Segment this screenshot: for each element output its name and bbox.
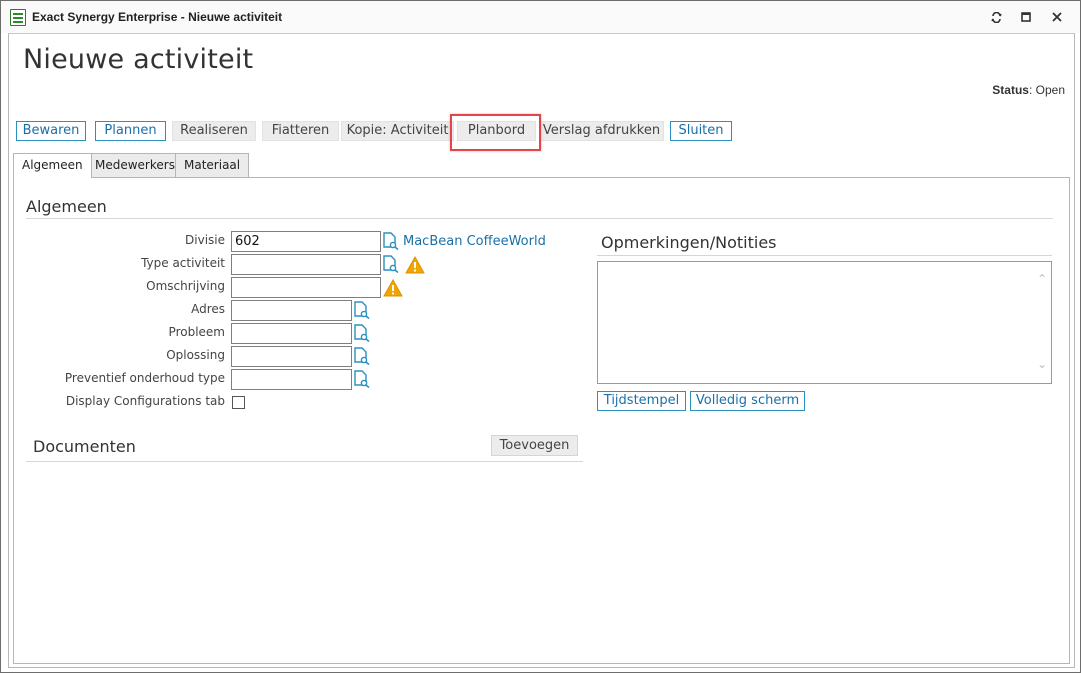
adres-lookup-icon[interactable] [352, 301, 370, 319]
close-icon[interactable] [1047, 8, 1067, 26]
application-window: Exact Synergy Enterprise - Nieuwe activi… [0, 0, 1081, 673]
algemeen-panel: Algemeen Divisie Type activiteit Omschri… [13, 177, 1070, 664]
algemeen-divider [26, 218, 1053, 219]
sluiten-button[interactable]: Sluiten [670, 121, 732, 141]
documenten-section-title: Documenten [33, 437, 136, 456]
tab-medewerkers[interactable]: Medewerkers [86, 153, 184, 177]
oplossing-input[interactable] [231, 346, 352, 367]
fiatteren-button[interactable]: Fiatteren [262, 121, 339, 141]
type-activiteit-lookup-icon[interactable] [381, 255, 399, 273]
field-labels: Divisie Type activiteit Omschrijving Adr… [34, 230, 225, 430]
status-indicator: Status: Open [992, 83, 1065, 97]
omschrijving-input[interactable] [231, 277, 381, 298]
page-title: Nieuwe activiteit [23, 44, 254, 75]
divisie-input[interactable]: 602 [231, 231, 381, 252]
divisie-label: Divisie [185, 233, 225, 247]
toevoegen-button[interactable]: Toevoegen [491, 435, 578, 456]
oplossing-label: Oplossing [166, 348, 225, 362]
tijdstempel-button[interactable]: Tijdstempel [597, 391, 686, 411]
status-label: Status [992, 83, 1029, 97]
maximize-icon[interactable] [1016, 8, 1036, 26]
preventief-onderhoud-type-label: Preventief onderhoud type [64, 371, 225, 385]
volledig-scherm-button[interactable]: Volledig scherm [690, 391, 805, 411]
type-activiteit-input[interactable] [231, 254, 381, 275]
documenten-divider [26, 461, 583, 462]
type-activiteit-label: Type activiteit [141, 256, 225, 270]
oplossing-lookup-icon[interactable] [352, 347, 370, 365]
content-frame: Nieuwe activiteit Status: Open Bewaren P… [8, 33, 1075, 668]
planbord-button[interactable]: Planbord [457, 121, 536, 141]
plannen-button[interactable]: Plannen [95, 121, 166, 141]
bewaren-button[interactable]: Bewaren [16, 121, 86, 141]
opmerkingen-divider [597, 255, 1052, 256]
opmerkingen-section-title: Opmerkingen/Notities [601, 233, 777, 252]
verslag-afdrukken-button[interactable]: Verslag afdrukken [539, 121, 664, 141]
window-title: Exact Synergy Enterprise - Nieuwe activi… [32, 10, 283, 24]
probleem-label: Probleem [168, 325, 225, 339]
adres-input[interactable] [231, 300, 352, 321]
status-value: Open [1035, 83, 1065, 97]
display-configurations-checkbox[interactable] [232, 396, 245, 409]
omschrijving-label: Omschrijving [146, 279, 225, 293]
preventief-onderhoud-type-input[interactable] [231, 369, 352, 390]
algemeen-section-title: Algemeen [26, 197, 107, 216]
app-icon [10, 9, 26, 26]
scroll-up-icon[interactable]: ⌃ [1037, 272, 1047, 286]
omschrijving-warning-icon [383, 279, 403, 297]
divisie-lookup-icon[interactable] [381, 232, 399, 250]
probleem-input[interactable] [231, 323, 352, 344]
probleem-lookup-icon[interactable] [352, 324, 370, 342]
title-bar: Exact Synergy Enterprise - Nieuwe activi… [1, 1, 1080, 33]
type-activiteit-warning-icon [405, 256, 425, 274]
scroll-down-icon[interactable]: ⌄ [1037, 357, 1047, 371]
display-configurations-label: Display Configurations tab [65, 394, 225, 408]
preventief-onderhoud-lookup-icon[interactable] [352, 370, 370, 388]
realiseren-button[interactable]: Realiseren [172, 121, 256, 141]
tab-materiaal[interactable]: Materiaal [175, 153, 250, 177]
divisie-link[interactable]: MacBean CoffeeWorld [403, 234, 546, 249]
restore-icon[interactable] [986, 8, 1006, 26]
adres-label: Adres [191, 302, 225, 316]
kopie-activiteit-button[interactable]: Kopie: Activiteit [341, 121, 454, 141]
tab-algemeen[interactable]: Algemeen [13, 153, 92, 178]
opmerkingen-textarea[interactable]: ⌃ ⌄ [597, 261, 1052, 384]
